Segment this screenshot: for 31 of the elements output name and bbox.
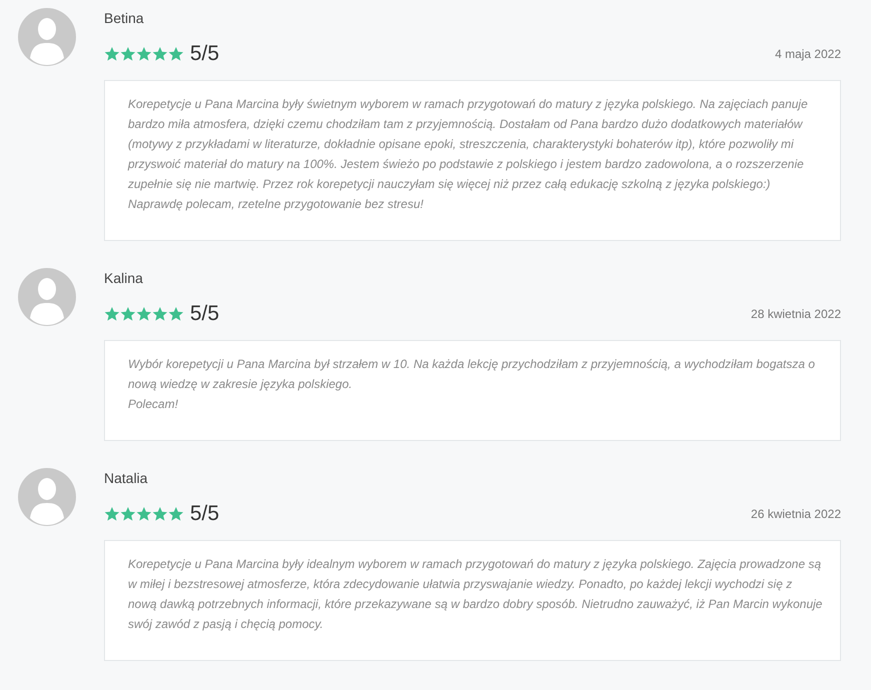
star-icon	[136, 306, 152, 322]
rating-score: 5/5	[190, 42, 220, 66]
review-text: Korepetycje u Pana Marcina były świetnym wyborem w ramach przygotowań do matury z języka polskiego. Na zajęciach panuje bardzo miła atmosfera, dzięki czemu chodziłam tam z przyjemnością. Dostałam od Pana bardzo dużo dodatkowych materiałów (motywy z przykładami w literaturze, dokładnie opisane epoki, streszczenia, charakterystyki bohaterów itp), które pozwoliły mi przyswoić materiał do matury na 100%. Jestem świeżo po podstawie z polskiego i jestem bardzo zadowolona, a o rozszerzenie zupełnie się nie martwię. Przez rok korepetycji nauczyłam się więcej niż przez całą edukację szkolną z języka polskiego:) Naprawdę polecam, rzetelne przygotowanie bez stresu!	[128, 96, 809, 213]
star-icon	[152, 306, 168, 322]
review-date: 28 kwietnia 2022	[750, 306, 841, 323]
star-icon	[152, 46, 168, 62]
star-icon	[168, 306, 184, 322]
star-icon	[104, 46, 120, 62]
star-icon	[104, 306, 120, 322]
star-icon	[120, 506, 136, 522]
review-date: 26 kwietnia 2022	[750, 506, 841, 523]
author-name: Natalia	[104, 469, 149, 488]
rating-score: 5/5	[190, 502, 220, 526]
star-icon	[168, 46, 184, 62]
star-icon	[136, 46, 152, 62]
avatar-icon	[18, 268, 76, 326]
review-text: Korepetycje u Pana Marcina były idealnym wyborem w ramach przygotowań do matury z języka polskiego. Zajęcia prowadzone są w miłej i bezstresowej atmosferze, która zdecydowanie ułatwia przyswajanie wiedzy. Ponadto, po każdej lekcji wychodzi się z nową dawką potrzebnych informacji, które przekazywane są w bardzo dobry sposób. Nietrudno zauważyć, iż Pan Marcin wykonuje swój zawód z pasją i chęcią pomocy.	[128, 556, 824, 633]
review-text: Wybór korepetycji u Pana Marcina był strzałem w 10. Na każda lekcję przychodziłam z przyjemnością, a wychodziłam bogatsza o nową wiedzę w zakresie języka polskiego.	[128, 356, 816, 393]
avatar-icon	[18, 8, 76, 66]
author-name: Betina	[104, 9, 145, 28]
star-icon	[120, 306, 136, 322]
avatar-icon	[18, 468, 76, 526]
rating-score: 5/5	[190, 302, 220, 326]
star-icon	[136, 506, 152, 522]
author-name: Kalina	[104, 269, 144, 288]
review-text: Polecam!	[128, 396, 180, 413]
star-icon	[168, 506, 184, 522]
review-date: 4 maja 2022	[774, 46, 841, 63]
star-icon	[120, 46, 136, 62]
star-icon	[152, 506, 168, 522]
star-icon	[104, 506, 120, 522]
